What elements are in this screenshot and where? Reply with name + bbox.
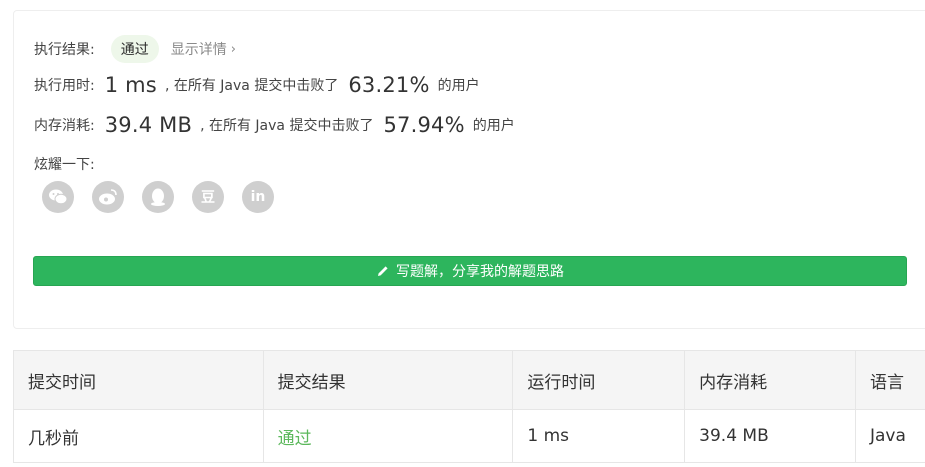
- cell-runtime: 1 ms: [512, 409, 686, 463]
- runtime-percent: 63.21%: [348, 73, 430, 97]
- share-row: 炫耀一下:: [34, 154, 95, 174]
- weibo-icon[interactable]: [92, 181, 124, 213]
- runtime-value: 1 ms: [104, 73, 157, 97]
- douban-icon[interactable]: 豆: [192, 181, 224, 213]
- linkedin-icon[interactable]: in: [242, 181, 274, 213]
- memory-label: 内存消耗:: [34, 118, 95, 134]
- cell-memory: 39.4 MB: [684, 409, 856, 463]
- write-solution-label: 写题解，分享我的解题思路: [396, 264, 564, 280]
- col-memory: 内存消耗: [684, 350, 856, 410]
- pencil-icon: [378, 266, 388, 276]
- runtime-label: 执行用时:: [34, 78, 95, 94]
- memory-suffix: 的用户: [472, 118, 515, 134]
- runtime-row: 执行用时: 1 ms , 在所有 Java 提交中击败了 63.21% 的用户: [34, 73, 480, 97]
- cell-result-link[interactable]: 通过: [262, 409, 514, 463]
- share-label: 炫耀一下:: [34, 157, 95, 173]
- wechat-icon[interactable]: [42, 181, 74, 213]
- memory-percent: 57.94%: [383, 113, 465, 137]
- submissions-table: 提交时间 提交结果 运行时间 内存消耗 语言 几秒前 通过 1 ms 39.4 …: [13, 350, 925, 463]
- status-badge: 通过: [110, 35, 159, 63]
- share-icons: 豆 in: [42, 181, 274, 213]
- write-solution-button[interactable]: 写题解，分享我的解题思路: [33, 256, 907, 286]
- table-header-row: 提交时间 提交结果 运行时间 内存消耗 语言: [13, 350, 925, 410]
- result-card: 执行结果: 通过 显示详情 › 执行用时: 1 ms , 在所有 Java 提交…: [13, 10, 925, 329]
- table-row: 几秒前 通过 1 ms 39.4 MB Java: [13, 409, 925, 463]
- memory-mid-text: , 在所有 Java 提交中击败了: [200, 118, 374, 134]
- memory-value: 39.4 MB: [104, 113, 193, 137]
- qq-icon[interactable]: [142, 181, 174, 213]
- memory-row: 内存消耗: 39.4 MB , 在所有 Java 提交中击败了 57.94% 的…: [34, 113, 515, 137]
- runtime-suffix: 的用户: [437, 78, 480, 94]
- col-submit-result: 提交结果: [262, 350, 514, 410]
- cell-language: Java: [854, 409, 925, 463]
- col-runtime: 运行时间: [512, 350, 686, 410]
- result-row: 执行结果: 通过 显示详情 ›: [34, 35, 236, 63]
- runtime-mid-text: , 在所有 Java 提交中击败了: [164, 78, 339, 94]
- col-language: 语言: [854, 350, 925, 410]
- cell-time: 几秒前: [13, 409, 264, 463]
- col-submit-time: 提交时间: [13, 350, 264, 410]
- show-details-link[interactable]: 显示详情: [171, 39, 227, 59]
- result-label: 执行结果:: [34, 42, 95, 58]
- chevron-right-icon[interactable]: ›: [231, 42, 236, 57]
